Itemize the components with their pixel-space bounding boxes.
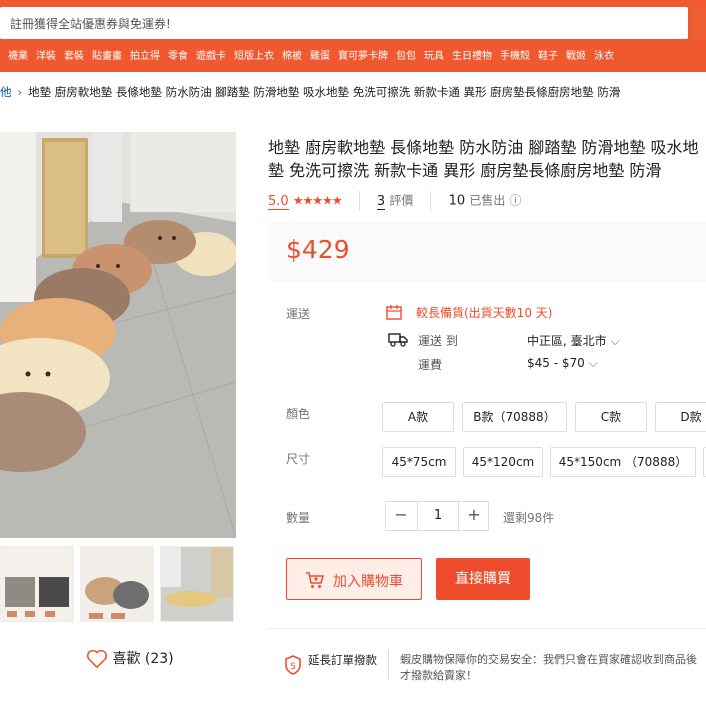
truck-icon (388, 333, 408, 347)
shipping-fee-label: 運費 (418, 358, 443, 372)
breadcrumb-current: 地墊 廚房軟地墊 長條地墊 防水防油 腳踏墊 防滑地墊 吸水地墊 免洗可擦洗 新… (28, 85, 621, 99)
size-option-75[interactable]: 45*75cm (382, 447, 456, 477)
cart-icon (306, 572, 324, 588)
category-link[interactable]: 短版上衣 (234, 47, 274, 62)
search-button[interactable] (690, 7, 706, 39)
size-label: 尺寸 (286, 452, 311, 466)
favorite-button[interactable]: 喜歡 (23) (86, 648, 174, 672)
chevron-down-icon: ⌵ (588, 356, 598, 370)
quantity-input[interactable]: 1 (417, 502, 459, 530)
quantity-label: 數量 (286, 511, 311, 525)
top-header: 註冊獲得全站優惠券與免運券! 襪業 洋裝 套裝 貼畫畫 拍立得 零食 遊戲卡 短版上衣 棉被 雞蛋… (0, 0, 706, 72)
size-option-120[interactable]: 45*120cm (463, 447, 543, 477)
color-option-d[interactable]: D款 (655, 402, 706, 432)
product-main-image[interactable] (0, 132, 236, 538)
buy-now-button[interactable]: 直接購買 (436, 558, 530, 600)
heart-icon (87, 649, 107, 669)
color-option-a[interactable]: A款 (382, 402, 454, 432)
price-value: $429 (286, 235, 350, 264)
ship-to-value: 中正區, 臺北市 (527, 334, 607, 348)
category-link[interactable]: 玩具 (424, 47, 444, 62)
rating-value[interactable]: 5.0 (268, 193, 289, 210)
ship-to-selector[interactable]: 中正區, 臺北市 ⌵ (527, 332, 620, 349)
favorite-label: 喜歡 (23) (112, 651, 174, 667)
thumbnail-1[interactable] (0, 546, 74, 622)
thumbnail-3[interactable] (160, 546, 234, 622)
price-section: $429 (268, 222, 706, 282)
quantity-plus-button[interactable]: + (459, 502, 489, 530)
category-link[interactable]: 寶可夢卡牌 (338, 47, 388, 62)
shipping-label: 運送 (286, 307, 311, 321)
quantity-minus-button[interactable]: − (386, 502, 416, 530)
guarantee-title[interactable]: 延長訂單撥款 (308, 652, 378, 668)
color-label: 顏色 (286, 407, 311, 421)
review-label: 評價 (389, 193, 414, 208)
category-link[interactable]: 貼畫畫 (92, 47, 122, 62)
sold-count: 10 (448, 193, 466, 209)
sold-label: 已售出 (469, 193, 506, 208)
review-count[interactable]: 3 (376, 193, 386, 210)
size-option-150[interactable]: 45*150cm （70888） (550, 447, 696, 477)
thumbnail-strip (0, 546, 236, 624)
help-icon[interactable]: ⓘ (509, 194, 521, 208)
divider (388, 650, 389, 680)
category-link[interactable]: 零食 (168, 47, 188, 62)
search-input[interactable]: 註冊獲得全站優惠券與免運券! (0, 7, 688, 39)
divider (268, 628, 706, 629)
chevron-right-icon: › (17, 85, 23, 99)
shipping-notice: 較長備貨(出貨天數10 天) (416, 306, 553, 320)
guarantee-text: 蝦皮購物保障你的交易安全：我們只會在買家確認收到商品後才撥款給賣家！ (400, 653, 697, 682)
shipping-fee-selector[interactable]: $45 - $70 ⌵ (527, 356, 598, 371)
quantity-stepper: − 1 + (385, 501, 489, 531)
category-link[interactable]: 洋裝 (36, 47, 56, 62)
product-title: 地墊 廚房軟地墊 長條地墊 防水防油 腳踏墊 防滑地墊 吸水地墊 免洗可擦洗 新… (268, 138, 699, 180)
category-link[interactable]: 雞蛋 (310, 47, 330, 62)
category-links: 襪業 洋裝 套裝 貼畫畫 拍立得 零食 遊戲卡 短版上衣 棉被 雞蛋 寶可夢卡牌 包包 玩具 生日禮物 手機… (0, 44, 706, 66)
shipping-fee-value: $45 - $70 (527, 356, 585, 370)
rating-stars: ★★★★★ (292, 193, 343, 208)
color-option-b[interactable]: B款（70888） (462, 402, 567, 432)
category-link[interactable]: 生日禮物 (452, 47, 492, 62)
category-link[interactable]: 遊戲卡 (196, 47, 226, 62)
category-link[interactable]: 套裝 (64, 47, 84, 62)
category-link[interactable]: 棉被 (282, 47, 302, 62)
thumbnail-2[interactable] (80, 546, 154, 622)
category-link[interactable]: 拍立得 (130, 47, 160, 62)
stock-remaining: 還剩98件 (503, 511, 555, 525)
breadcrumb: 他 › 地墊 廚房軟地墊 長條地墊 防水防油 腳踏墊 防滑地墊 吸水地墊 免洗可擦洗… (0, 84, 706, 104)
category-link[interactable]: 鞋子 (538, 47, 558, 62)
add-to-cart-button[interactable]: 加入購物車 (286, 558, 422, 600)
shield-icon: S (285, 655, 301, 675)
color-option-c[interactable]: C款 (575, 402, 647, 432)
calendar-icon (386, 305, 402, 320)
breadcrumb-parent[interactable]: 他 (0, 85, 12, 99)
category-link[interactable]: 包包 (396, 47, 416, 62)
svg-text:S: S (290, 662, 296, 672)
category-link[interactable]: 泳衣 (594, 47, 614, 62)
ship-to-label: 運送 到 (418, 334, 458, 348)
category-link[interactable]: 襪業 (8, 47, 28, 62)
product-stats: 5.0 ★★★★★ 3 評價 10 已售出 ⓘ (268, 191, 521, 211)
category-link[interactable]: 戰姬 (566, 47, 586, 62)
category-link[interactable]: 手機殼 (500, 47, 530, 62)
add-to-cart-label: 加入購物車 (333, 574, 403, 590)
chevron-down-icon: ⌵ (610, 334, 620, 348)
